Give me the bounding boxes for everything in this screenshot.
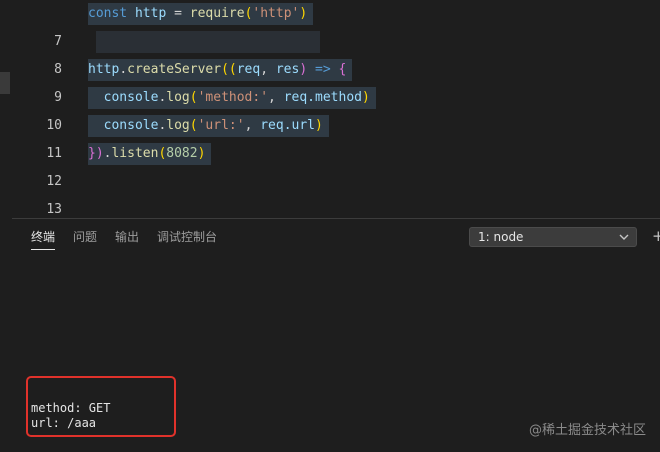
code-line: 12 }).listen(8082) bbox=[12, 140, 660, 189]
tab-debug-console[interactable]: 调试控制台 bbox=[157, 229, 217, 245]
code-line: 14 bbox=[12, 196, 660, 218]
line-code-empty bbox=[96, 31, 320, 53]
line-code: const http = require('http') bbox=[88, 3, 314, 25]
chevron-down-icon bbox=[619, 234, 629, 240]
line-code: http.createServer((req, res) => { bbox=[88, 59, 353, 81]
terminal-output[interactable]: method: GET url: /aaa bbox=[31, 401, 110, 431]
terminal-select[interactable]: 1: node bbox=[469, 227, 637, 247]
bottom-panel: 终端 问题 输出 调试控制台 1: node + method: GET url:… bbox=[12, 219, 660, 452]
tab-problems[interactable]: 问题 bbox=[73, 229, 97, 245]
left-gutter-strip bbox=[0, 0, 12, 218]
tab-terminal[interactable]: 终端 bbox=[31, 229, 56, 250]
scroll-marker bbox=[0, 72, 10, 94]
code-editor[interactable]: 7 const http = require('http') 8 9 http.… bbox=[12, 0, 660, 218]
code-line: 11 console.log('url:', req.url) bbox=[12, 112, 660, 161]
line-code: console.log('url:', req.url) bbox=[88, 115, 329, 137]
code-line: 13 bbox=[12, 168, 660, 217]
terminal-output-line: method: GET bbox=[31, 401, 111, 415]
line-code: }).listen(8082) bbox=[88, 143, 212, 165]
watermark: @稀土掘金技术社区 bbox=[528, 423, 646, 438]
code-line: 8 bbox=[12, 28, 660, 77]
code-line: 9 http.createServer((req, res) => { bbox=[12, 56, 660, 105]
code-line: 7 const http = require('http') bbox=[12, 0, 660, 49]
tab-output[interactable]: 输出 bbox=[115, 229, 139, 245]
code-line: 10 console.log('method:', req.method) bbox=[12, 84, 660, 133]
add-terminal-icon[interactable]: + bbox=[652, 227, 660, 245]
terminal-select-value: 1: node bbox=[478, 230, 524, 244]
terminal-output-line: url: /aaa bbox=[31, 416, 97, 430]
line-code: console.log('method:', req.method) bbox=[88, 87, 376, 109]
panel-tabs: 终端 问题 输出 调试控制台 1: node + bbox=[12, 219, 660, 255]
